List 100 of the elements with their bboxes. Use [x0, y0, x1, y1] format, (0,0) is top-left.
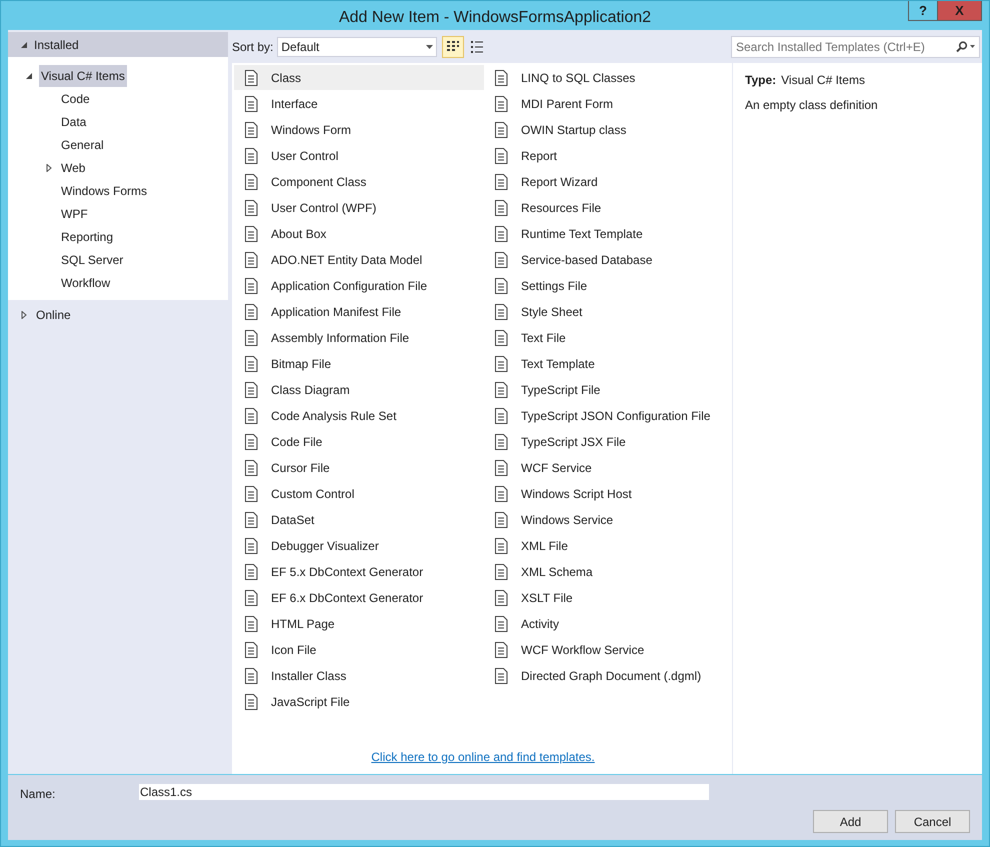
document-icon [244, 356, 258, 372]
collapsed-arrow-icon[interactable] [20, 310, 28, 318]
template-item[interactable]: DataSet [234, 507, 484, 532]
template-item[interactable]: Text Template [484, 351, 732, 376]
template-item[interactable]: Component Class [234, 169, 484, 194]
document-icon [244, 200, 258, 216]
expanded-arrow-icon[interactable] [20, 40, 28, 48]
tree-item[interactable]: Visual C# Items [39, 64, 127, 86]
document-icon [244, 512, 258, 528]
document-icon [494, 226, 508, 242]
help-button[interactable]: ? [908, 1, 937, 21]
template-item[interactable]: MDI Parent Form [484, 91, 732, 116]
template-item[interactable]: ADO.NET Entity Data Model [234, 247, 484, 272]
template-item[interactable]: User Control (WPF) [234, 195, 484, 220]
template-item[interactable]: LINQ to SQL Classes [484, 65, 732, 90]
template-item[interactable]: WCF Workflow Service [484, 637, 732, 662]
tree-item[interactable]: Reporting [59, 226, 116, 248]
document-icon [494, 590, 508, 606]
template-item[interactable]: Style Sheet [484, 299, 732, 324]
document-icon [494, 434, 508, 450]
document-icon [244, 668, 258, 684]
tree-item[interactable]: General [59, 134, 106, 156]
template-item[interactable]: Installer Class [234, 663, 484, 688]
tree-item[interactable]: Online [34, 304, 73, 326]
template-item[interactable]: Report [484, 143, 732, 168]
template-item[interactable]: HTML Page [234, 611, 484, 636]
template-item[interactable]: Application Manifest File [234, 299, 484, 324]
template-item[interactable]: Interface [234, 91, 484, 116]
template-item[interactable]: Report Wizard [484, 169, 732, 194]
template-item[interactable]: Application Configuration File [234, 273, 484, 298]
document-icon [494, 96, 508, 112]
template-item[interactable]: Windows Service [484, 507, 732, 532]
template-item[interactable]: EF 6.x DbContext Generator [234, 585, 484, 610]
template-item[interactable]: Windows Form [234, 117, 484, 142]
online-templates-link[interactable]: Click here to go online and find templates. [371, 750, 595, 764]
document-icon [494, 668, 508, 684]
document-icon [494, 408, 508, 424]
name-field[interactable]: Class1.cs [139, 784, 709, 800]
template-item[interactable]: Bitmap File [234, 351, 484, 376]
document-icon [244, 148, 258, 164]
tree-item[interactable]: Data [59, 110, 88, 132]
document-icon [244, 642, 258, 658]
template-item[interactable]: About Box [234, 221, 484, 246]
collapsed-arrow-icon[interactable] [45, 164, 53, 172]
template-item[interactable]: Custom Control [234, 481, 484, 506]
template-item[interactable]: JavaScript File [234, 689, 484, 714]
template-item[interactable]: XSLT File [484, 585, 732, 610]
template-item[interactable]: Class [234, 65, 484, 90]
template-item[interactable]: XML File [484, 533, 732, 558]
grid-view-button[interactable] [442, 36, 464, 58]
dialog-button[interactable]: Cancel [895, 810, 970, 833]
tree-item[interactable]: Workflow [59, 272, 112, 294]
expanded-arrow-icon[interactable] [25, 72, 33, 80]
template-item[interactable]: Assembly Information File [234, 325, 484, 350]
document-icon [244, 382, 258, 398]
template-item[interactable]: Settings File [484, 273, 732, 298]
name-label: Name: [20, 786, 56, 803]
document-icon [494, 356, 508, 372]
template-item[interactable]: OWIN Startup class [484, 117, 732, 142]
dialog-button[interactable]: Add [813, 810, 888, 833]
template-item[interactable]: TypeScript JSX File [484, 429, 732, 454]
document-icon [244, 122, 258, 138]
document-icon [494, 460, 508, 476]
search-icon [955, 40, 975, 52]
template-item[interactable]: Windows Script Host [484, 481, 732, 506]
template-item[interactable]: Activity [484, 611, 732, 636]
template-item[interactable]: TypeScript JSON Configuration File [484, 403, 732, 428]
tree-header[interactable]: Installed [8, 32, 228, 57]
template-item[interactable]: Code File [234, 429, 484, 454]
sort-dropdown[interactable]: Default [277, 36, 438, 56]
template-item[interactable]: WCF Service [484, 455, 732, 480]
tree-item[interactable]: Web [59, 156, 88, 178]
template-item[interactable]: TypeScript File [484, 377, 732, 402]
template-description: An empty class definition [745, 97, 879, 114]
template-item[interactable]: XML Schema [484, 559, 732, 584]
document-icon [494, 512, 508, 528]
tree-item[interactable]: SQL Server [59, 248, 126, 270]
search-field[interactable]: Search Installed Templates (Ctrl+E) [731, 36, 980, 58]
template-item[interactable]: Icon File [234, 637, 484, 662]
document-icon [494, 252, 508, 268]
document-icon [494, 616, 508, 632]
tree-item[interactable]: Code [59, 88, 92, 110]
template-item[interactable]: Service-based Database [484, 247, 732, 272]
tree-item[interactable]: WPF [59, 202, 90, 224]
tree-item[interactable]: Windows Forms [59, 180, 150, 202]
template-item[interactable]: Class Diagram [234, 377, 484, 402]
template-item[interactable]: Resources File [484, 195, 732, 220]
document-icon [244, 694, 258, 710]
template-item[interactable]: Runtime Text Template [484, 221, 732, 246]
template-item[interactable]: Directed Graph Document (.dgml) [484, 663, 732, 688]
template-item[interactable]: Text File [484, 325, 732, 350]
document-icon [494, 304, 508, 320]
document-icon [244, 538, 258, 554]
template-item[interactable]: User Control [234, 143, 484, 168]
close-button[interactable]: X [937, 1, 982, 21]
template-item[interactable]: Debugger Visualizer [234, 533, 484, 558]
template-item[interactable]: EF 5.x DbContext Generator [234, 559, 484, 584]
template-item[interactable]: Cursor File [234, 455, 484, 480]
template-item[interactable]: Code Analysis Rule Set [234, 403, 484, 428]
document-icon [244, 330, 258, 346]
